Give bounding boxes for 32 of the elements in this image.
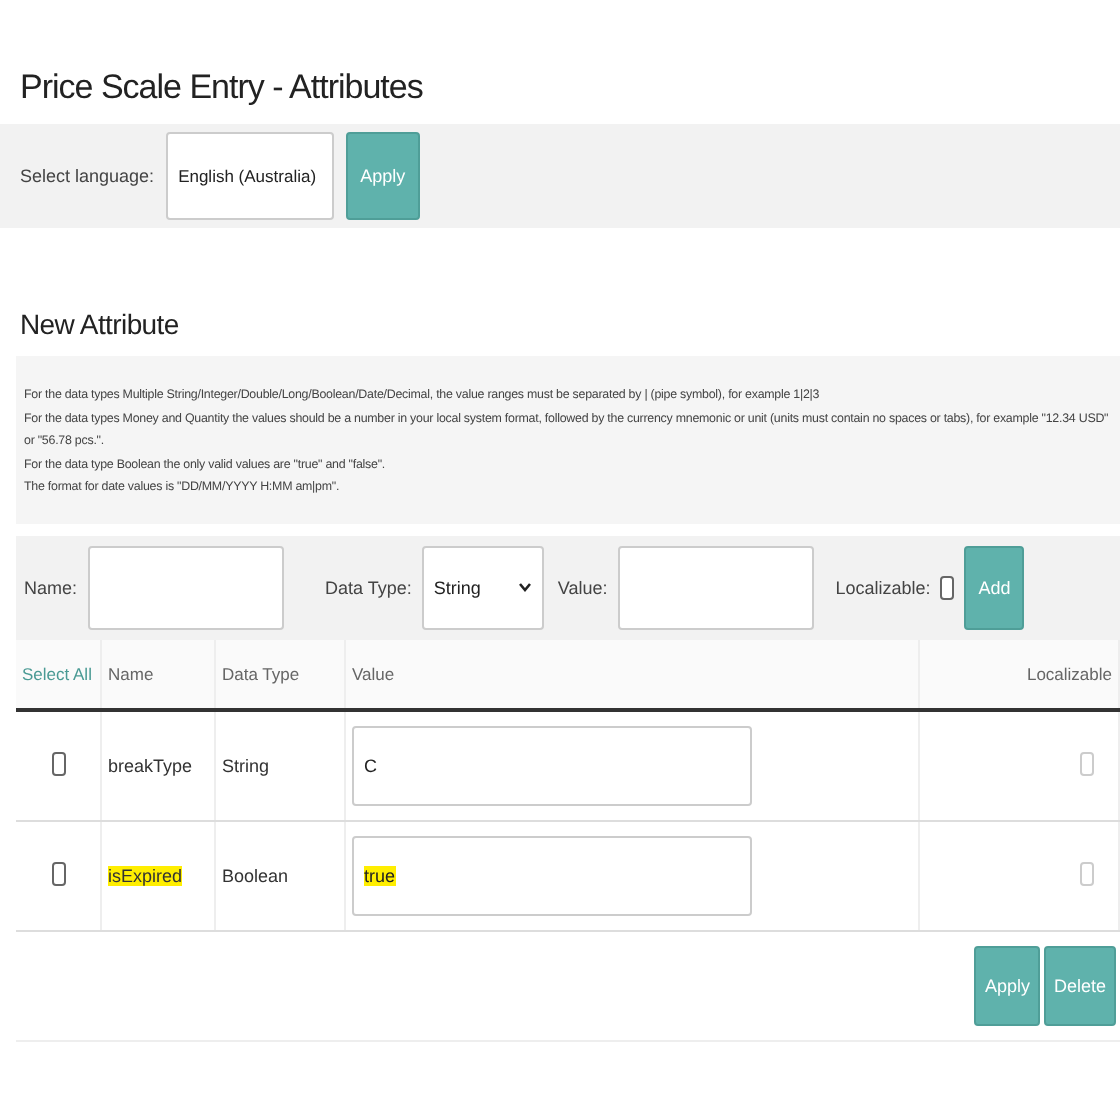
name-input[interactable] <box>87 545 284 629</box>
data-type-label: Data Type: <box>325 577 412 597</box>
value-input[interactable]: true <box>352 835 752 915</box>
column-header: Name <box>101 639 215 709</box>
value-input[interactable]: C <box>352 725 752 805</box>
page-title: Price Scale Entry - Attributes <box>18 66 425 110</box>
data-type-cell: String <box>215 709 345 820</box>
name-cell: isExpired <box>108 865 183 885</box>
language-dropdown[interactable]: English (Australia) <box>166 132 335 220</box>
column-header: Data Type <box>215 639 345 709</box>
section-title: New Attribute <box>18 306 181 344</box>
value-text: true <box>364 865 396 885</box>
value-text: C <box>364 755 377 775</box>
value-input[interactable] <box>617 545 814 629</box>
apply-button[interactable]: Apply <box>974 945 1040 1025</box>
localizable-label: Localizable: <box>835 577 931 597</box>
data-type-cell: Boolean <box>215 820 345 930</box>
row-checkbox[interactable] <box>51 751 65 775</box>
apply-button[interactable]: Apply <box>346 132 420 220</box>
localizable-checkbox[interactable] <box>940 575 955 599</box>
column-header: Localizable <box>919 639 1119 709</box>
column-header: Value <box>345 639 919 709</box>
delete-button[interactable]: Delete <box>1043 945 1116 1025</box>
language-label: Select language: <box>20 166 155 186</box>
caret-icon <box>517 582 532 592</box>
name-cell: breakType <box>108 755 193 775</box>
row-checkbox[interactable] <box>51 861 65 885</box>
select-all-link[interactable]: Select All <box>16 639 101 709</box>
value-label: Value: <box>557 577 608 597</box>
name-label: Name: <box>24 577 78 597</box>
data-type-dropdown[interactable]: String <box>421 545 544 629</box>
add-button[interactable]: Add <box>964 545 1025 629</box>
